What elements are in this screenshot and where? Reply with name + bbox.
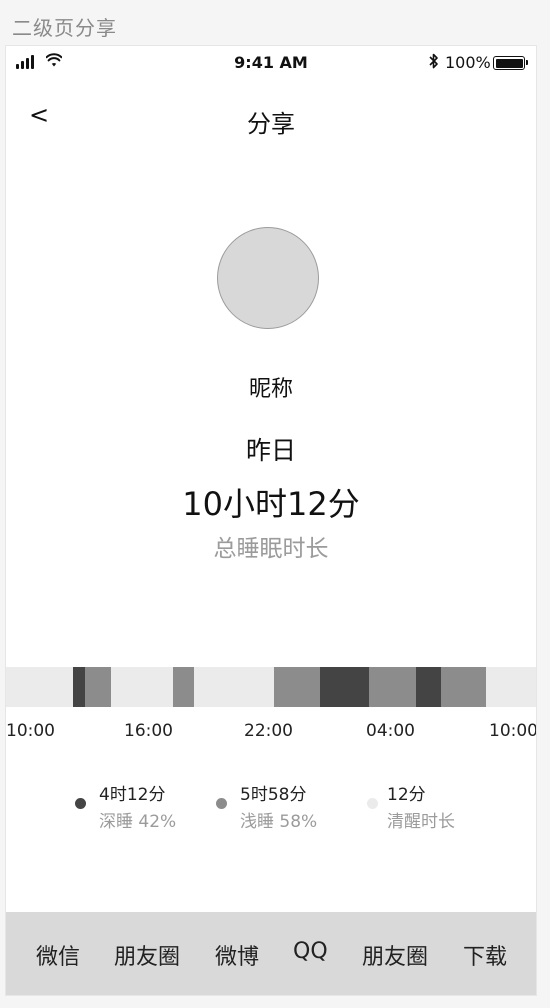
share-weibo-button[interactable]: 微博 — [215, 939, 259, 971]
light-sleep-duration: 5时58分 — [240, 785, 307, 805]
bluetooth-icon — [429, 53, 438, 69]
avatar — [217, 227, 319, 329]
share-bar: 微信 朋友圈 微博 QQ 朋友圈 下载 — [6, 912, 536, 995]
phone-screen: 9:41 AM 100% < 分享 昵称 昨日 10小时12分 总睡眠时长 10… — [5, 45, 537, 996]
timeline-segment-light — [172, 667, 195, 707]
timeline-segment-light — [84, 667, 111, 707]
deep-sleep-label: 深睡 42% — [99, 812, 177, 832]
timeline-tick-label: 10:00 — [489, 721, 537, 741]
timeline-segment-deep — [416, 667, 442, 707]
light-sleep-label: 浅睡 58% — [240, 812, 318, 832]
legend-dot — [216, 798, 227, 809]
timeline-tick-label: 22:00 — [244, 721, 293, 741]
timeline-segment-light — [273, 667, 320, 707]
share-moments-button[interactable]: 朋友圈 — [362, 939, 428, 971]
timeline-segment-light — [368, 667, 416, 707]
legend-dot — [75, 798, 86, 809]
sleep-timeline — [6, 667, 536, 707]
timeline-axis: 10:00 16:00 22:00 04:00 10:00 — [6, 721, 536, 745]
battery-percent: 100% — [445, 53, 491, 72]
deep-sleep-duration: 4时12分 — [99, 785, 166, 805]
page-label: 二级页分享 — [12, 16, 117, 40]
battery-icon — [493, 56, 528, 70]
timeline-segment-deep — [73, 667, 85, 707]
status-bar: 9:41 AM 100% — [6, 46, 536, 82]
legend-dot — [367, 798, 378, 809]
total-sleep-duration-label: 总睡眠时长 — [213, 536, 329, 562]
share-wechat-button[interactable]: 微信 — [36, 939, 80, 971]
page-title: 分享 — [247, 110, 295, 138]
summary-day: 昨日 — [245, 436, 296, 465]
nickname: 昵称 — [248, 377, 293, 402]
timeline-tick-label: 16:00 — [124, 721, 173, 741]
download-button[interactable]: 下载 — [463, 939, 507, 971]
share-qq-button[interactable]: QQ — [293, 939, 328, 964]
awake-label: 清醒时长 — [387, 812, 455, 832]
timeline-tick-label: 10:00 — [6, 721, 55, 741]
timeline-segment-light — [441, 667, 486, 707]
awake-duration: 12分 — [387, 785, 426, 805]
total-sleep-duration: 10小时12分 — [182, 485, 360, 523]
timeline-segment-deep — [319, 667, 369, 707]
share-moments-button[interactable]: 朋友圈 — [114, 939, 180, 971]
timeline-tick-label: 04:00 — [366, 721, 415, 741]
